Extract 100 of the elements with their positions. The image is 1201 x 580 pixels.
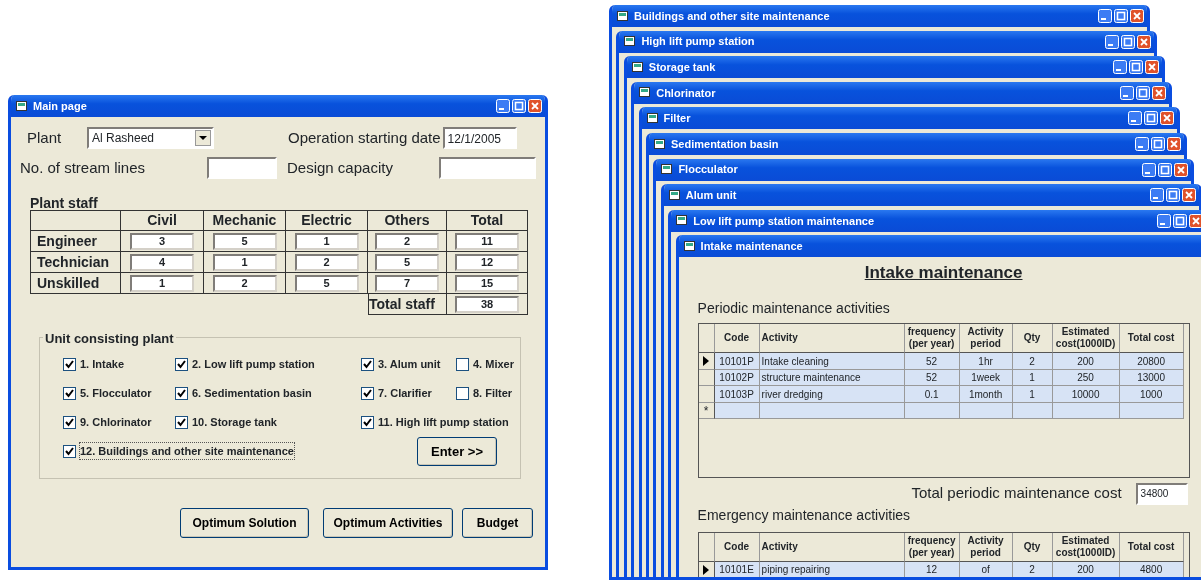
- table-cell: Intake cleaning: [759, 353, 905, 370]
- checkbox-label: 11. High lift pump station: [378, 414, 509, 430]
- table-cell: 10103P: [714, 386, 760, 403]
- table-cell: 0.1: [904, 386, 960, 403]
- column-header: Estimated cost(1000ID): [1052, 532, 1120, 562]
- maximize-button[interactable]: [1143, 111, 1158, 126]
- staff-count-field[interactable]: 1: [130, 274, 194, 292]
- window-title: Filter: [663, 111, 692, 127]
- checkbox[interactable]: [63, 415, 76, 429]
- window-title: Chlorinator: [656, 85, 717, 101]
- minimize-button[interactable]: [1149, 188, 1164, 203]
- staff-count-field[interactable]: 7: [375, 274, 439, 292]
- window-title: Buildings and other site maintenance: [634, 8, 831, 24]
- checkbox[interactable]: [63, 357, 76, 371]
- window-title: Intake maintenance: [700, 239, 804, 255]
- checkbox[interactable]: [175, 357, 188, 371]
- window-title: Flocculator: [678, 162, 739, 178]
- staff-count-field[interactable]: 2: [294, 253, 359, 271]
- checkbox[interactable]: [63, 444, 76, 458]
- checkbox[interactable]: [175, 415, 188, 429]
- maximize-button[interactable]: [512, 99, 526, 113]
- staff-count-field[interactable]: 2: [375, 232, 439, 250]
- checkbox[interactable]: [456, 386, 469, 400]
- maximize-button[interactable]: [1128, 60, 1143, 75]
- minimize-button[interactable]: [1120, 85, 1135, 100]
- column-header: Electric: [286, 210, 368, 231]
- staff-count-field[interactable]: 5: [212, 232, 277, 250]
- button[interactable]: Optimum Activities: [323, 508, 453, 538]
- close-button[interactable]: [1144, 60, 1159, 75]
- column-header: Others: [368, 210, 447, 231]
- staff-count-field[interactable]: 1: [212, 253, 277, 271]
- column-header: Qty: [1012, 532, 1053, 562]
- window-title: High lift pump station: [641, 34, 756, 50]
- staff-count-field[interactable]: 4: [130, 253, 194, 271]
- app-icon: [676, 215, 689, 227]
- app-icon: [631, 61, 644, 73]
- staff-count-field[interactable]: 5: [375, 253, 439, 271]
- maximize-button[interactable]: [1114, 9, 1128, 23]
- close-button[interactable]: [1137, 34, 1152, 49]
- table-cell: 1: [1012, 386, 1053, 403]
- date-field[interactable]: 12/1/2005: [442, 127, 517, 149]
- enter-button[interactable]: Enter >>: [417, 437, 497, 466]
- table-cell: 10000: [1052, 386, 1120, 403]
- staff-count-field[interactable]: 15: [455, 274, 519, 292]
- plant-dropdown[interactable]: Al Rasheed: [87, 127, 214, 149]
- app-icon: [661, 164, 674, 176]
- maximize-button[interactable]: [1165, 188, 1180, 203]
- staff-count-field[interactable]: 3: [130, 232, 194, 250]
- checkbox[interactable]: [361, 386, 374, 400]
- button[interactable]: Optimum Solution: [180, 508, 309, 538]
- maximize-button[interactable]: [1158, 162, 1173, 177]
- checkbox-label: 8. Filter: [473, 385, 513, 401]
- staff-count-field[interactable]: 2: [212, 274, 277, 292]
- checkbox[interactable]: [175, 386, 188, 400]
- app-icon: [683, 240, 696, 252]
- minimize-button[interactable]: [1098, 9, 1112, 23]
- table-cell: 10101P: [714, 353, 760, 370]
- close-button[interactable]: [1167, 137, 1181, 151]
- checkbox[interactable]: [361, 357, 374, 371]
- minimize-button[interactable]: [1135, 137, 1149, 151]
- row-indicator[interactable]: [698, 386, 715, 403]
- close-button[interactable]: [1152, 85, 1167, 100]
- close-button[interactable]: [1189, 213, 1201, 228]
- app-icon: [668, 189, 681, 201]
- close-button[interactable]: [1181, 188, 1196, 203]
- checkbox[interactable]: [361, 415, 374, 429]
- close-button[interactable]: [1159, 111, 1174, 126]
- minimize-button[interactable]: [1105, 34, 1120, 49]
- checkbox[interactable]: [63, 386, 76, 400]
- minimize-button[interactable]: [1127, 111, 1142, 126]
- input-field[interactable]: [207, 157, 277, 179]
- button[interactable]: Budget: [462, 508, 533, 538]
- checkbox-label: 12. Buildings and other site maintenance: [80, 442, 294, 460]
- staff-count-field[interactable]: 12: [455, 253, 519, 271]
- checkbox-label: 3. Alum unit: [378, 356, 441, 372]
- staff-count-field[interactable]: 1: [294, 232, 359, 250]
- maximize-button[interactable]: [1136, 85, 1151, 100]
- checkbox-label: 9. Chlorinator: [80, 414, 152, 430]
- close-button[interactable]: [1174, 162, 1189, 177]
- input-field[interactable]: [439, 157, 536, 179]
- checkbox[interactable]: [456, 357, 469, 371]
- close-button[interactable]: [1130, 9, 1144, 23]
- section-title: Periodic maintenance activities: [697, 299, 891, 319]
- minimize-button[interactable]: [1157, 213, 1172, 228]
- table-cell: 1hr: [959, 353, 1013, 370]
- column-header: Mechanic: [204, 210, 286, 231]
- staff-count-field[interactable]: 5: [294, 274, 359, 292]
- maximize-button[interactable]: [1121, 34, 1136, 49]
- total-staff-field[interactable]: 38: [455, 295, 519, 313]
- column-header: Activity period: [959, 532, 1013, 562]
- maximize-button[interactable]: [1173, 213, 1188, 228]
- close-button[interactable]: [528, 99, 542, 113]
- minimize-button[interactable]: [496, 99, 510, 113]
- maximize-button[interactable]: [1151, 137, 1165, 151]
- minimize-button[interactable]: [1112, 60, 1127, 75]
- total-cost-field[interactable]: 34800: [1135, 482, 1188, 505]
- corner-cell: [698, 532, 715, 562]
- staff-count-field[interactable]: 11: [455, 232, 519, 250]
- table-cell: 1month: [959, 386, 1013, 403]
- minimize-button[interactable]: [1142, 162, 1157, 177]
